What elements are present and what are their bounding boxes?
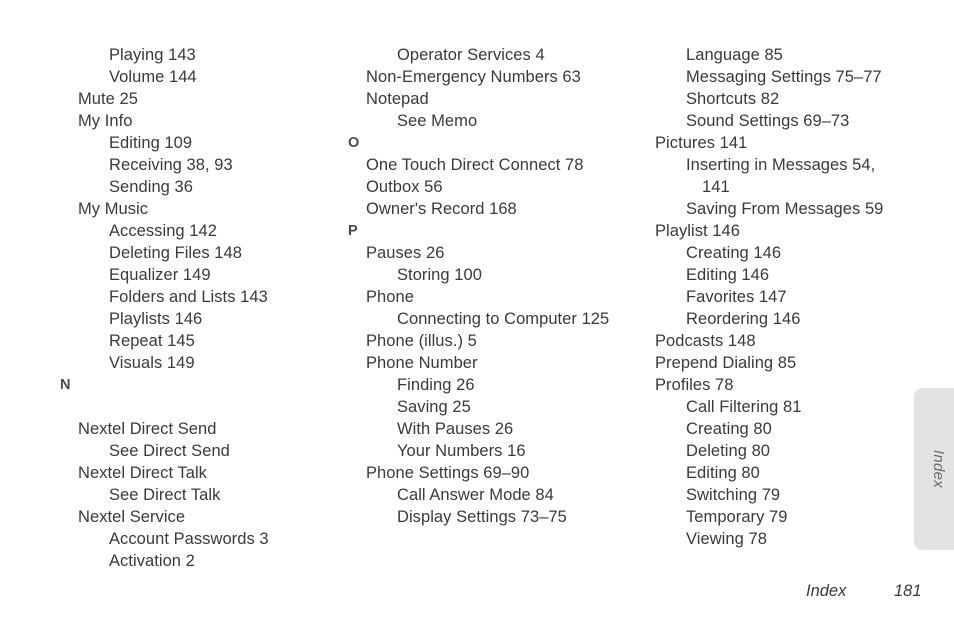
index-subentry: Visuals 149	[109, 354, 195, 372]
index-entry-continuation: 141	[702, 178, 730, 196]
index-entry: Playlist 146	[655, 222, 740, 240]
index-subentry: Viewing 78	[686, 530, 767, 548]
index-entry: Nextel Service	[78, 508, 186, 526]
index-subentry: Saving 25	[397, 398, 471, 416]
index-entry: Nextel Direct Talk	[78, 464, 207, 482]
index-subentry: Storing 100	[397, 266, 482, 284]
index-subentry: Sound Settings 69–73	[686, 112, 850, 130]
index-thumb-tab-label: Index	[930, 449, 947, 489]
index-entry: Nextel Direct Send	[78, 420, 217, 438]
index-page: Playing 143 Volume 144 Mute 25 My Info Editi…	[0, 0, 954, 636]
index-entry: Pictures 141	[655, 134, 748, 152]
index-subentry: Folders and Lists 143	[109, 288, 268, 306]
index-subentry: Volume 144	[109, 68, 197, 86]
index-entry: Non-Emergency Numbers 63	[366, 68, 581, 86]
index-subentry: Editing 80	[686, 464, 760, 482]
index-section-letter: P	[348, 223, 358, 239]
index-subentry: Creating 146	[686, 244, 782, 262]
index-entry: Owner's Record 168	[366, 200, 517, 218]
index-column-3: Language 85 Messaging Settings 75–77 Short…	[655, 44, 907, 550]
index-thumb-tab[interactable]: Index	[914, 388, 954, 550]
footer-section-name: Index	[806, 582, 847, 600]
index-entry: One Touch Direct Connect 78	[366, 156, 584, 174]
index-subentry: Language 85	[686, 46, 783, 64]
index-subentry: Deleting 80	[686, 442, 771, 460]
index-subentry: Operator Services 4	[397, 46, 545, 64]
index-subentry: See Direct Talk	[109, 486, 221, 504]
index-section-letter: O	[348, 135, 360, 151]
index-subentry: Favorites 147	[686, 288, 787, 306]
index-subentry: Reordering 146	[686, 310, 801, 328]
index-entry: Phone (illus.) 5	[366, 332, 477, 350]
index-subentry: Editing 146	[686, 266, 770, 284]
index-subentry: Messaging Settings 75–77	[686, 68, 882, 86]
index-subentry: Repeat 145	[109, 332, 195, 350]
index-subentry: With Pauses 26	[397, 420, 514, 438]
index-subentry: See Direct Send	[109, 442, 230, 460]
index-subentry: Display Settings 73–75	[397, 508, 567, 526]
index-entry: Phone	[366, 288, 414, 306]
index-subentry: Finding 26	[397, 376, 475, 394]
index-subentry: Playlists 146	[109, 310, 203, 328]
index-subentry: Your Numbers 16	[397, 442, 526, 460]
index-subentry: Creating 80	[686, 420, 772, 438]
index-subentry: Connecting to Computer 125	[397, 310, 610, 328]
index-entry: Mute 25	[78, 90, 138, 108]
index-section-letter: N	[60, 377, 71, 393]
index-entry: Phone Number	[366, 354, 478, 372]
index-column-2: Operator Services 4 Non-Emergency Numbers…	[348, 44, 638, 528]
index-subentry: Inserting in Messages 54,	[686, 156, 876, 174]
index-column-1: Playing 143 Volume 144 Mute 25 My Info Editi…	[60, 44, 340, 572]
index-subentry: Receiving 38, 93	[109, 156, 233, 174]
index-subentry: See Memo	[397, 112, 478, 130]
index-subentry: Temporary 79	[686, 508, 788, 526]
index-subentry: Editing 109	[109, 134, 193, 152]
index-subentry: Deleting Files 148	[109, 244, 242, 262]
index-entry: Podcasts 148	[655, 332, 756, 350]
index-subentry: Accessing 142	[109, 222, 217, 240]
index-subentry: Account Passwords 3	[109, 530, 269, 548]
index-subentry: Shortcuts 82	[686, 90, 780, 108]
index-entry: Prepend Dialing 85	[655, 354, 797, 372]
index-spacer	[78, 396, 340, 418]
index-entry: My Music	[78, 200, 149, 218]
index-entry: Outbox 56	[366, 178, 443, 196]
index-subentry: Activation 2	[109, 552, 195, 570]
page-footer: Index 181	[806, 582, 946, 604]
index-subentry: Equalizer 149	[109, 266, 211, 284]
index-subentry: Saving From Messages 59	[686, 200, 884, 218]
index-subentry: Sending 36	[109, 178, 193, 196]
index-subentry: Switching 79	[686, 486, 781, 504]
index-subentry: Call Filtering 81	[686, 398, 802, 416]
index-subentry: Call Answer Mode 84	[397, 486, 554, 504]
index-subentry: Playing 143	[109, 46, 196, 64]
index-entry: Phone Settings 69–90	[366, 464, 530, 482]
index-entry: Pauses 26	[366, 244, 445, 262]
index-entry: My Info	[78, 112, 133, 130]
index-entry: Notepad	[366, 90, 429, 108]
index-entry: Profiles 78	[655, 376, 734, 394]
footer-page-number: 181	[894, 582, 922, 600]
